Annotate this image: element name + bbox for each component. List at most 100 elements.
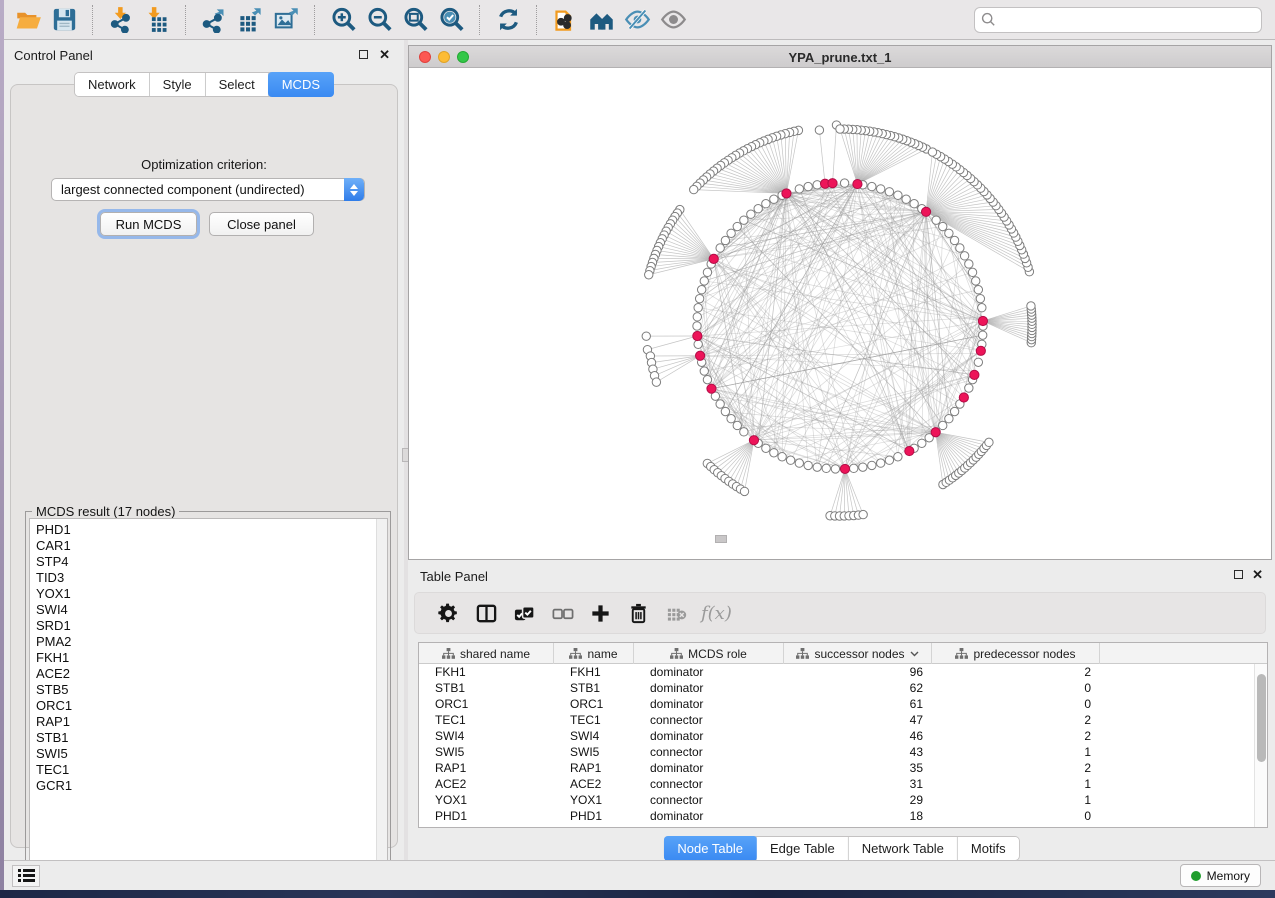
apply-layout-button[interactable] — [490, 3, 526, 37]
cell-MCDS-role[interactable]: connector — [634, 793, 784, 807]
table-settings-button[interactable] — [429, 596, 467, 630]
mcds-result-item[interactable]: SRD1 — [30, 618, 387, 634]
cell-shared-name[interactable]: SWI5 — [419, 745, 554, 759]
float-panel-icon[interactable] — [359, 50, 368, 59]
tab-select[interactable]: Select — [206, 73, 269, 96]
table-row[interactable]: ACE2ACE2connector311 — [419, 776, 1267, 792]
export-table-button[interactable] — [232, 3, 268, 37]
cell-predecessor-nodes[interactable]: 1 — [932, 793, 1100, 807]
export-image-button[interactable] — [268, 3, 304, 37]
cell-successor-nodes[interactable]: 62 — [784, 681, 932, 695]
mcds-result-item[interactable]: RAP1 — [30, 714, 387, 730]
mcds-result-item[interactable]: PHD1 — [30, 519, 387, 538]
show-column-panel-button[interactable] — [467, 596, 505, 630]
table-row[interactable]: PHD1PHD1dominator180 — [419, 808, 1267, 824]
cell-predecessor-nodes[interactable]: 2 — [932, 761, 1100, 775]
deselect-all-rows-button[interactable] — [543, 596, 581, 630]
mcds-result-item[interactable]: STB5 — [30, 682, 387, 698]
mcds-result-item[interactable]: FKH1 — [30, 650, 387, 666]
cell-name[interactable]: SWI5 — [554, 745, 634, 759]
network-canvas[interactable] — [409, 68, 1271, 559]
mcds-result-item[interactable]: SWI4 — [30, 602, 387, 618]
show-all-button[interactable] — [655, 3, 691, 37]
cell-predecessor-nodes[interactable]: 0 — [932, 809, 1100, 823]
cell-shared-name[interactable]: TEC1 — [419, 713, 554, 727]
cell-predecessor-nodes[interactable]: 1 — [932, 777, 1100, 791]
cell-successor-nodes[interactable]: 18 — [784, 809, 932, 823]
column-header-name[interactable]: name — [554, 643, 634, 664]
zoom-fit-button[interactable] — [397, 3, 433, 37]
cell-predecessor-nodes[interactable]: 2 — [932, 665, 1100, 679]
cell-MCDS-role[interactable]: dominator — [634, 665, 784, 679]
first-neighbors-button[interactable] — [583, 3, 619, 37]
mcds-result-item[interactable]: ORC1 — [30, 698, 387, 714]
cell-MCDS-role[interactable]: dominator — [634, 809, 784, 823]
cell-predecessor-nodes[interactable]: 1 — [932, 745, 1100, 759]
tab-node-table[interactable]: Node Table — [663, 836, 758, 861]
import-table-button[interactable] — [139, 3, 175, 37]
cell-MCDS-role[interactable]: connector — [634, 713, 784, 727]
cell-name[interactable]: PHD1 — [554, 809, 634, 823]
tab-motifs[interactable]: Motifs — [958, 837, 1019, 860]
add-column-button[interactable] — [581, 596, 619, 630]
mcds-result-item[interactable]: SWI5 — [30, 746, 387, 762]
cell-name[interactable]: STB1 — [554, 681, 634, 695]
mcds-result-item[interactable]: TEC1 — [30, 762, 387, 778]
cell-successor-nodes[interactable]: 96 — [784, 665, 932, 679]
delete-table-button[interactable] — [657, 596, 695, 630]
cell-shared-name[interactable]: ACE2 — [419, 777, 554, 791]
tab-style[interactable]: Style — [150, 73, 206, 96]
tab-edge-table[interactable]: Edge Table — [757, 837, 849, 860]
search-input[interactable] — [974, 7, 1262, 33]
cell-successor-nodes[interactable]: 61 — [784, 697, 932, 711]
table-row[interactable]: FKH1FKH1dominator962 — [419, 664, 1267, 680]
table-scrollbar-thumb[interactable] — [1257, 674, 1266, 762]
save-session-button[interactable] — [46, 3, 82, 37]
run-mcds-button[interactable]: Run MCDS — [100, 212, 197, 236]
column-header-predecessor-nodes[interactable]: predecessor nodes — [932, 643, 1100, 664]
network-window-titlebar[interactable]: YPA_prune.txt_1 — [409, 46, 1271, 68]
mcds-result-item[interactable]: STP4 — [30, 554, 387, 570]
memory-button[interactable]: Memory — [1180, 864, 1261, 887]
select-all-rows-button[interactable] — [505, 596, 543, 630]
cell-shared-name[interactable]: STB1 — [419, 681, 554, 695]
mcds-result-item[interactable]: ACE2 — [30, 666, 387, 682]
open-file-button[interactable] — [10, 3, 46, 37]
cell-predecessor-nodes[interactable]: 2 — [932, 713, 1100, 727]
table-row[interactable]: TEC1TEC1connector472 — [419, 712, 1267, 728]
cell-shared-name[interactable]: PHD1 — [419, 809, 554, 823]
cell-name[interactable]: FKH1 — [554, 665, 634, 679]
zoom-in-button[interactable] — [325, 3, 361, 37]
cell-name[interactable]: YOX1 — [554, 793, 634, 807]
float-table-panel-icon[interactable] — [1234, 570, 1243, 579]
table-row[interactable]: YOX1YOX1connector291 — [419, 792, 1267, 808]
column-header-MCDS-role[interactable]: MCDS role — [634, 643, 784, 664]
table-row[interactable]: ORC1ORC1dominator610 — [419, 696, 1267, 712]
optimization-criterion-select[interactable]: largest connected component (undirected) — [51, 178, 365, 201]
cell-name[interactable]: TEC1 — [554, 713, 634, 727]
cell-MCDS-role[interactable]: dominator — [634, 761, 784, 775]
column-header-successor-nodes[interactable]: successor nodes — [784, 643, 932, 664]
mcds-result-item[interactable]: STB1 — [30, 730, 387, 746]
table-row[interactable]: RAP1RAP1dominator352 — [419, 760, 1267, 776]
table-row[interactable]: STB1STB1dominator620 — [419, 680, 1267, 696]
cell-name[interactable]: ACE2 — [554, 777, 634, 791]
panel-list-button[interactable] — [12, 865, 40, 887]
cell-successor-nodes[interactable]: 35 — [784, 761, 932, 775]
close-panel-button[interactable]: Close panel — [209, 212, 314, 236]
mcds-result-item[interactable]: GCR1 — [30, 778, 387, 794]
clone-network-button[interactable] — [547, 3, 583, 37]
cell-MCDS-role[interactable]: connector — [634, 777, 784, 791]
cell-shared-name[interactable]: FKH1 — [419, 665, 554, 679]
table-row[interactable]: SWI5SWI5connector431 — [419, 744, 1267, 760]
mcds-list-scrollbar[interactable] — [376, 519, 387, 879]
cell-successor-nodes[interactable]: 29 — [784, 793, 932, 807]
mcds-result-list[interactable]: PHD1CAR1STP4TID3YOX1SWI4SRD1PMA2FKH1ACE2… — [29, 518, 388, 880]
table-scrollbar[interactable] — [1254, 664, 1267, 828]
cell-shared-name[interactable]: SWI4 — [419, 729, 554, 743]
cell-shared-name[interactable]: YOX1 — [419, 793, 554, 807]
table-row[interactable]: SWI4SWI4dominator462 — [419, 728, 1267, 744]
cell-successor-nodes[interactable]: 46 — [784, 729, 932, 743]
mcds-result-item[interactable]: TID3 — [30, 570, 387, 586]
delete-column-button[interactable] — [619, 596, 657, 630]
